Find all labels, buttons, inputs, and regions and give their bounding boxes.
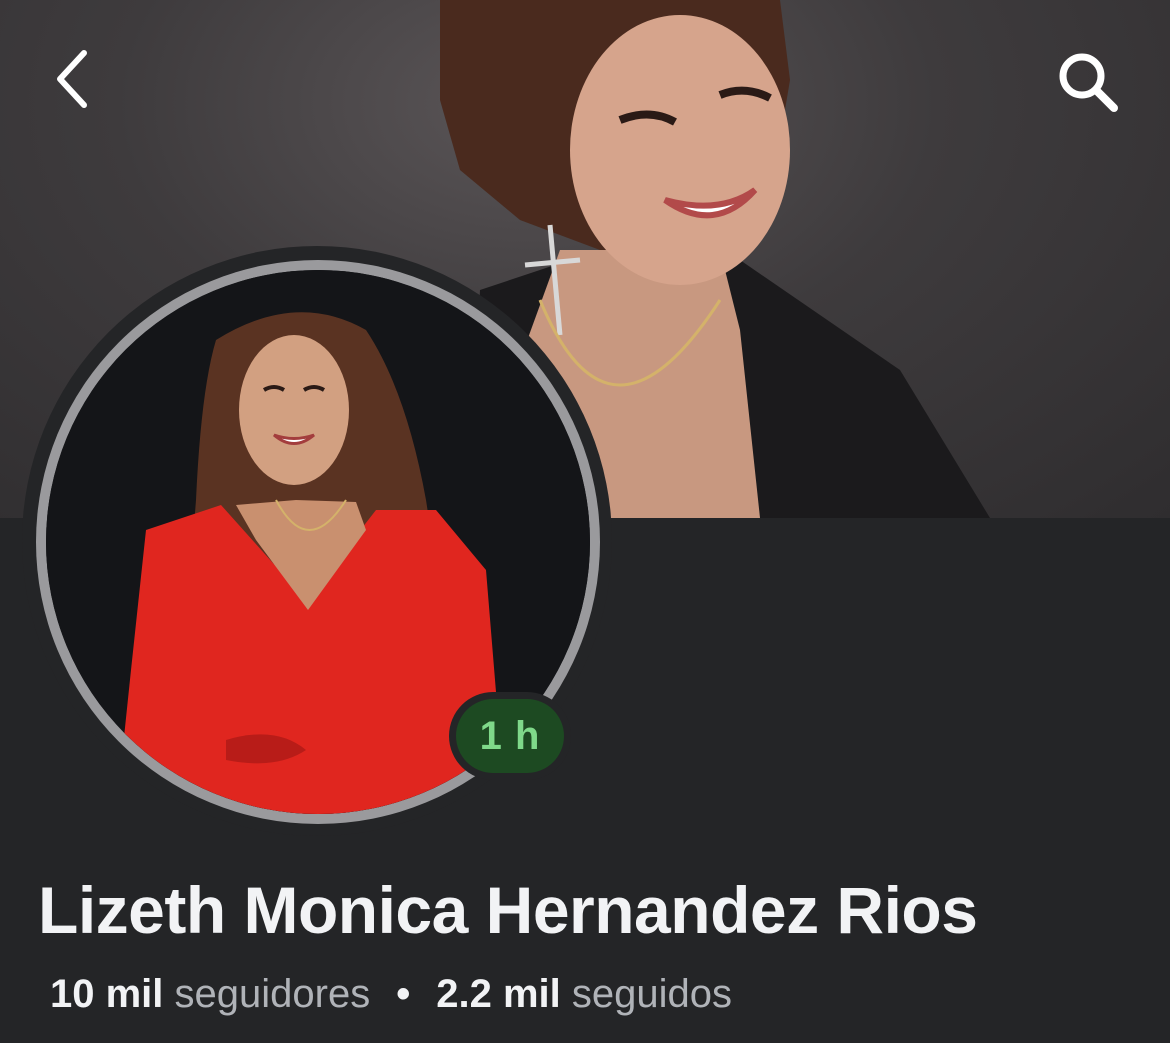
stats-separator: • [396, 972, 411, 1016]
story-time-label: 1 h [456, 699, 564, 773]
following-count: 2.2 mil [436, 972, 561, 1016]
search-icon [1059, 53, 1118, 112]
profile-stats: 10 mil seguidores • 2.2 mil seguidos [50, 972, 732, 1017]
profile-page: 1 h Lizeth Monica Hernandez Rios 10 mil … [0, 0, 1170, 1043]
chevron-left-icon [57, 50, 87, 108]
followers-label: seguidores [174, 972, 371, 1016]
following-label: seguidos [571, 972, 732, 1016]
search-button[interactable] [1048, 44, 1128, 120]
back-button[interactable] [44, 44, 100, 114]
story-time-badge[interactable]: 1 h [449, 692, 571, 780]
followers-count: 10 mil [50, 972, 164, 1016]
following-link[interactable]: 2.2 mil seguidos [436, 972, 732, 1016]
followers-link[interactable]: 10 mil seguidores [50, 972, 370, 1016]
profile-name: Lizeth Monica Hernandez Rios [38, 873, 978, 947]
